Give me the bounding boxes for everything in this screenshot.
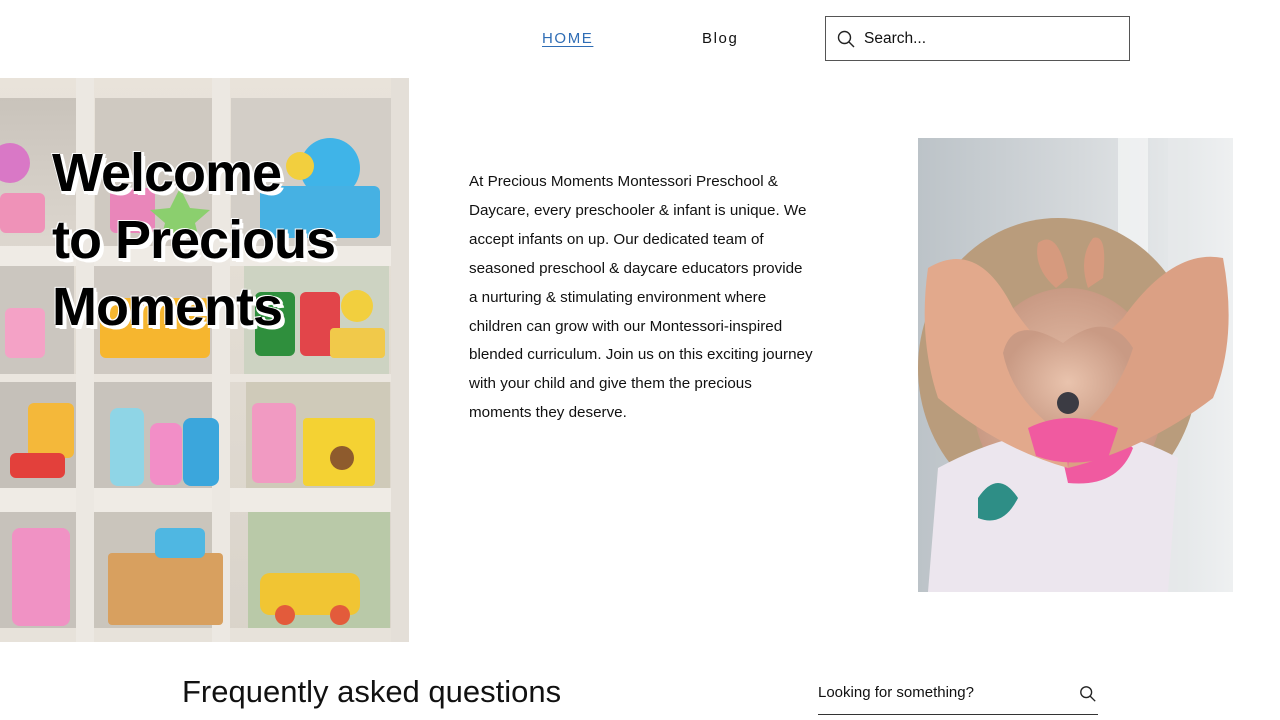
nav-home-link[interactable]: HOME <box>542 30 593 47</box>
hero-title: Welcome to Precious Moments <box>52 140 412 341</box>
search-icon <box>837 30 855 47</box>
intro-paragraph: At Precious Moments Montessori Preschool… <box>469 173 813 422</box>
hero-title-line: Moments <box>52 277 283 337</box>
site-search[interactable] <box>825 16 1130 61</box>
nav-blog-link[interactable]: Blog <box>702 30 738 47</box>
hero-title-line: Welcome <box>52 143 282 203</box>
search-input[interactable] <box>864 29 1104 48</box>
faq-title: Frequently asked questions <box>182 674 562 709</box>
faq-search[interactable] <box>818 680 1098 715</box>
child-heart-hands-photo <box>918 138 1233 592</box>
hero-title-line: to Precious <box>52 210 336 270</box>
faq-search-input[interactable] <box>818 680 1058 701</box>
search-icon[interactable] <box>1079 685 1097 703</box>
